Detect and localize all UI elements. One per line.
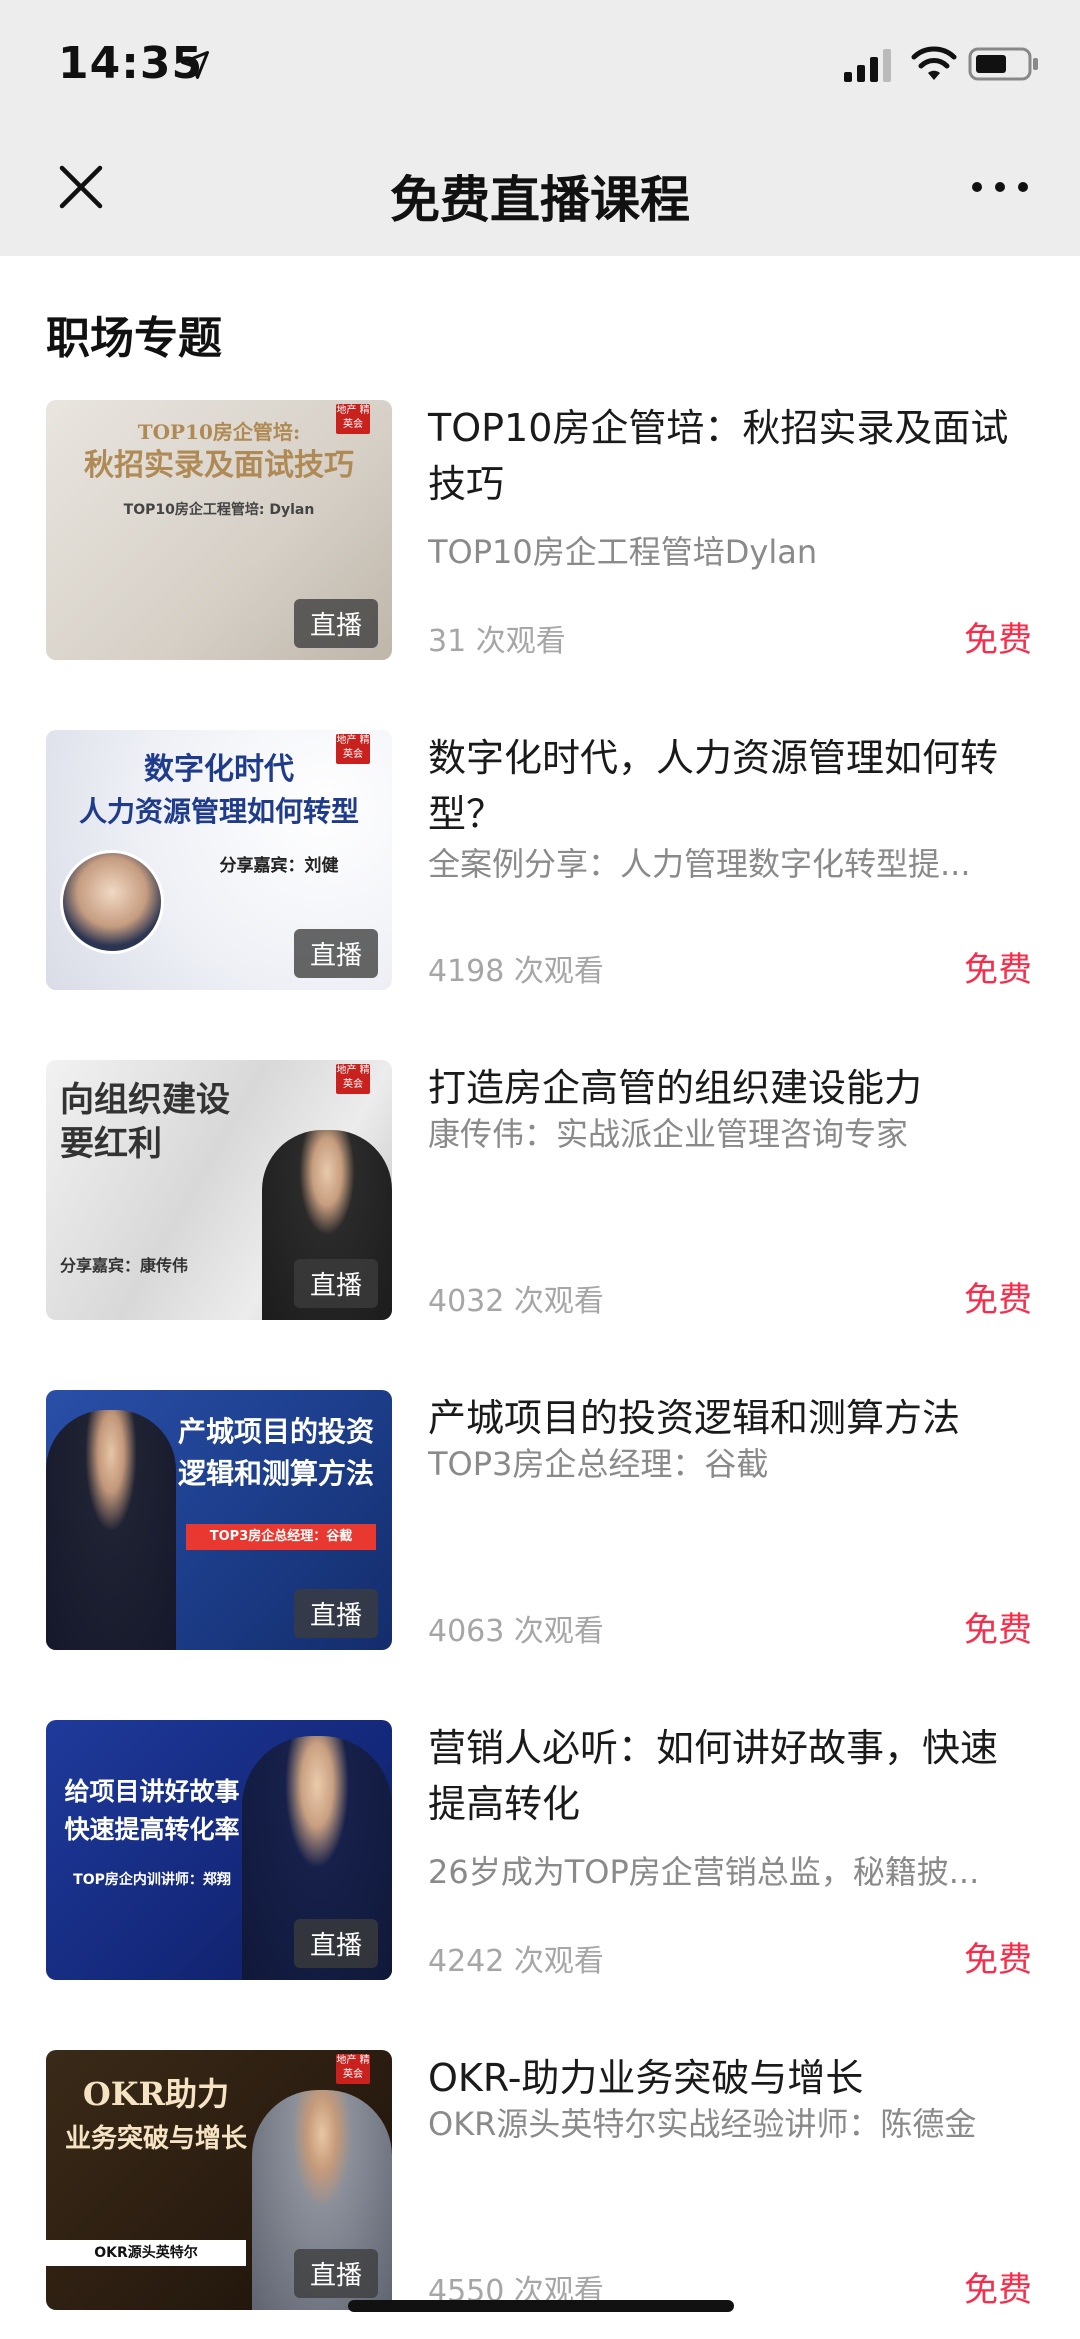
course-item[interactable]: 产城项目的投资 逻辑和测算方法 TOP3房企总经理：谷截 直播 产城项目的投资逻… [0,1390,1080,1650]
thumb-heading: 给项目讲好故事 [64,1777,240,1806]
section-title: 职场专题 [46,313,222,364]
thumb-speaker: OKR源头英特尔 [46,2240,246,2266]
speaker-avatar [60,850,164,954]
status-bar: 14:35 [0,0,1080,130]
course-title[interactable]: 数字化时代，人力资源管理如何转型？ [428,730,1028,842]
thumb-speaker: 分享嘉宾：康传伟 [60,1256,189,1275]
course-item[interactable]: 给项目讲好故事 快速提高转化率 TOP房企内训讲师：郑翔 直播 营销人必听：如何… [0,1720,1080,1980]
price-label: 免费 [964,620,1032,660]
live-badge: 直播 [293,1259,378,1308]
view-count: 4032 次观看 [428,1284,604,1319]
more-options-icon[interactable] [968,160,1032,214]
home-indicator[interactable] [348,2300,734,2312]
price-label: 免费 [964,1280,1032,1320]
view-count: 4198 次观看 [428,954,604,989]
price-label: 免费 [964,1610,1032,1650]
thumb-title: 快速提高转化率 [64,1815,240,1844]
thumb-heading: 向组织建设 [60,1080,230,1120]
thumb-title: 业务突破与增长 [64,2124,247,2154]
wifi-icon [911,46,957,80]
thumb-title: 要红利 [60,1124,162,1164]
thumb-speaker: TOP10房企工程管培: Dylan [123,502,315,518]
course-title[interactable]: 产城项目的投资逻辑和测算方法 [428,1390,1028,1446]
thumb-speaker: TOP3房企总经理：谷截 [186,1524,376,1550]
live-badge: 直播 [293,599,378,648]
course-subtitle: TOP3房企总经理：谷截 [428,1445,769,1483]
thumb-speaker: TOP房企内训讲师：郑翔 [73,1872,231,1888]
speaker-photo [46,1410,176,1650]
course-thumbnail[interactable]: 地产 精英会 TOP10房企管培: 秋招实录及面试技巧 TOP10房企工程管培:… [46,400,392,660]
course-item[interactable]: 地产 精英会 TOP10房企管培: 秋招实录及面试技巧 TOP10房企工程管培:… [0,400,1080,660]
top-bar: 14:35 免费直播课程 [0,0,1080,256]
thumb-title: 秋招实录及面试技巧 [84,448,354,483]
course-item[interactable]: 地产 精英会 向组织建设 要红利 分享嘉宾：康传伟 直播 打造房企高管的组织建设… [0,1060,1080,1320]
course-title[interactable]: 打造房企高管的组织建设能力 [428,1060,1028,1116]
view-count: 4242 次观看 [428,1944,604,1979]
battery-icon [968,47,1038,81]
course-subtitle: OKR源头英特尔实战经验讲师：陈德金 [428,2105,977,2143]
course-thumbnail[interactable]: 地产 精英会 OKR助力 业务突破与增长 OKR源头英特尔 直播 [46,2050,392,2310]
thumb-speaker: 分享嘉宾：刘健 [219,856,339,876]
course-title[interactable]: OKR-助力业务突破与增长 [428,2050,1028,2106]
nav-bar: 免费直播课程 [0,130,1080,256]
thumb-heading: 数字化时代 [144,752,294,787]
price-label: 免费 [964,950,1032,990]
thumb-heading: TOP10房企管培: [137,420,301,444]
course-thumbnail[interactable]: 地产 精英会 向组织建设 要红利 分享嘉宾：康传伟 直播 [46,1060,392,1320]
live-badge: 直播 [293,929,378,978]
price-label: 免费 [964,1940,1032,1980]
view-count: 31 次观看 [428,624,566,659]
view-count: 4063 次观看 [428,1614,604,1649]
course-title[interactable]: TOP10房企管培：秋招实录及面试技巧 [428,400,1028,512]
brand-logo: 地产 精英会 [336,1064,370,1094]
course-thumbnail[interactable]: 给项目讲好故事 快速提高转化率 TOP房企内训讲师：郑翔 直播 [46,1720,392,1980]
course-item[interactable]: 地产 精英会 OKR助力 业务突破与增长 OKR源头英特尔 直播 OKR-助力业… [0,2050,1080,2310]
live-badge: 直播 [293,1589,378,1638]
live-badge: 直播 [293,1919,378,1968]
course-thumbnail[interactable]: 地产 精英会 数字化时代 人力资源管理如何转型 分享嘉宾：刘健 直播 [46,730,392,990]
cellular-signal-icon [844,49,891,82]
thumb-title: 逻辑和测算方法 [177,1457,374,1490]
price-label: 免费 [964,2270,1032,2310]
course-title[interactable]: 营销人必听：如何讲好故事，快速提高转化 [428,1720,1028,1832]
thumb-heading: 产城项目的投资 [177,1415,374,1448]
brand-logo: 地产 精英会 [336,2054,370,2084]
course-subtitle: 26岁成为TOP房企营销总监，秘籍披... [428,1853,980,1891]
course-subtitle: TOP10房企工程管培Dylan [428,533,818,571]
course-thumbnail[interactable]: 产城项目的投资 逻辑和测算方法 TOP3房企总经理：谷截 直播 [46,1390,392,1650]
course-subtitle: 康传伟：实战派企业管理咨询专家 [428,1115,909,1153]
live-badge: 直播 [293,2249,378,2298]
course-subtitle: 全案例分享：人力管理数字化转型提... [428,845,971,883]
thumb-title: 人力资源管理如何转型 [78,795,359,828]
course-item[interactable]: 地产 精英会 数字化时代 人力资源管理如何转型 分享嘉宾：刘健 直播 数字化时代… [0,730,1080,990]
thumb-heading: OKR助力 [82,2075,230,2113]
page-title: 免费直播课程 [390,171,690,229]
location-arrow-icon [181,51,209,79]
